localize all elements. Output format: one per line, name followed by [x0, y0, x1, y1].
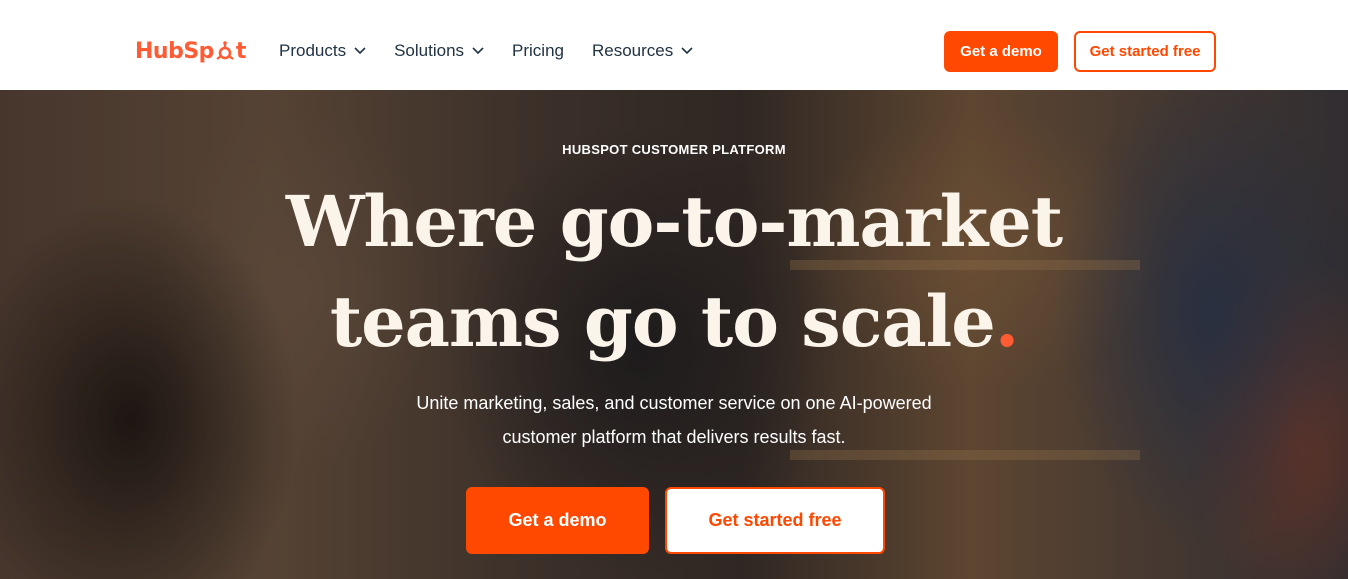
- nav-item-resources[interactable]: Resources: [592, 38, 693, 64]
- chevron-down-icon: [472, 47, 484, 55]
- headline-line-1: Where go-to-market: [285, 180, 1063, 263]
- header-get-started-free-button[interactable]: Get started free: [1074, 31, 1216, 72]
- nav-item-label: Pricing: [512, 41, 564, 60]
- nav-item-pricing[interactable]: Pricing: [512, 38, 564, 64]
- headline-line-2: teams go to scale.: [0, 272, 1348, 372]
- chevron-down-icon: [681, 47, 693, 55]
- nav-item-products[interactable]: Products: [279, 38, 366, 64]
- nav-item-solutions[interactable]: Solutions: [394, 38, 484, 64]
- logo-text-hub: Hub: [135, 38, 184, 64]
- subhead-line-1: Unite marketing, sales, and customer ser…: [416, 393, 932, 413]
- logo-text-t: t: [235, 38, 247, 64]
- logo-text-sp: Sp: [183, 38, 214, 64]
- header-get-demo-button[interactable]: Get a demo: [944, 31, 1058, 72]
- hubspot-logo[interactable]: Hub Sp t: [135, 36, 246, 66]
- nav-item-label: Products: [279, 41, 347, 60]
- headline-line-2-text: teams go to scale: [329, 280, 996, 363]
- nav-item-label: Solutions: [394, 41, 465, 60]
- hero-get-started-free-button[interactable]: Get started free: [665, 487, 885, 554]
- sprocket-icon: [216, 41, 234, 60]
- headline-accent-dot: .: [994, 280, 1019, 363]
- nav-item-label: Resources: [592, 41, 674, 60]
- hero-section: HUBSPOT CUSTOMER PLATFORM Where go-to-ma…: [0, 90, 1348, 579]
- hero-subheading: Unite marketing, sales, and customer ser…: [374, 386, 974, 454]
- hero-headline: Where go-to-market teams go to scale.: [0, 172, 1348, 372]
- hero-get-demo-button[interactable]: Get a demo: [466, 487, 649, 554]
- site-header: Hub Sp t Products Solutions Pricing Reso…: [0, 0, 1348, 90]
- chevron-down-icon: [354, 47, 366, 55]
- hero-eyebrow: HUBSPOT CUSTOMER PLATFORM: [562, 142, 786, 157]
- main-nav: Products Solutions Pricing Resources: [279, 38, 693, 64]
- subhead-line-2: customer platform that delivers results …: [502, 427, 846, 447]
